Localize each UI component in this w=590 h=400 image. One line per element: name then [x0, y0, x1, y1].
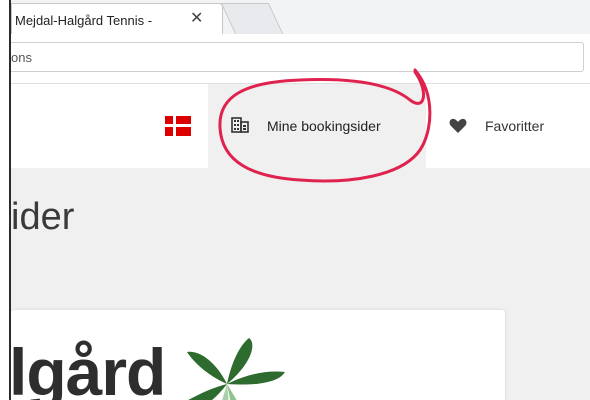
club-logo-mark-icon [167, 334, 297, 400]
tab-close-icon[interactable]: ✕ [190, 10, 203, 28]
building-icon [231, 117, 249, 138]
heart-icon [449, 118, 467, 139]
site-header: Mine bookingsider Favoritter [11, 84, 590, 168]
address-bar[interactable]: ons [11, 42, 584, 72]
nav-bookings-label: Mine bookingsider [267, 118, 381, 134]
new-tab-button[interactable] [220, 3, 284, 34]
danish-flag-icon[interactable] [165, 116, 191, 136]
address-bar-text: ons [11, 50, 32, 65]
nav-item-mine-bookingsider[interactable]: Mine bookingsider [208, 84, 426, 168]
tab-title: Mejdal-Halgård Tennis - [15, 13, 153, 28]
nav-favorites-label: Favoritter [485, 118, 545, 134]
nav-item-favoritter[interactable]: Favoritter [441, 84, 590, 168]
club-card[interactable]: lgård [9, 310, 505, 400]
window-left-edge [9, 0, 11, 400]
screenshot-frame: Mejdal-Halgård Tennis - ✕ ons Mine booki… [0, 0, 590, 400]
browser-tab-strip: Mejdal-Halgård Tennis - ✕ [11, 0, 590, 34]
browser-tab-active[interactable]: Mejdal-Halgård Tennis - ✕ [11, 3, 223, 34]
page-title: ider [11, 196, 75, 238]
browser-toolbar: ons [11, 34, 590, 84]
club-logo-text: lgård [9, 335, 166, 400]
main-content: ider lgård [9, 168, 590, 400]
